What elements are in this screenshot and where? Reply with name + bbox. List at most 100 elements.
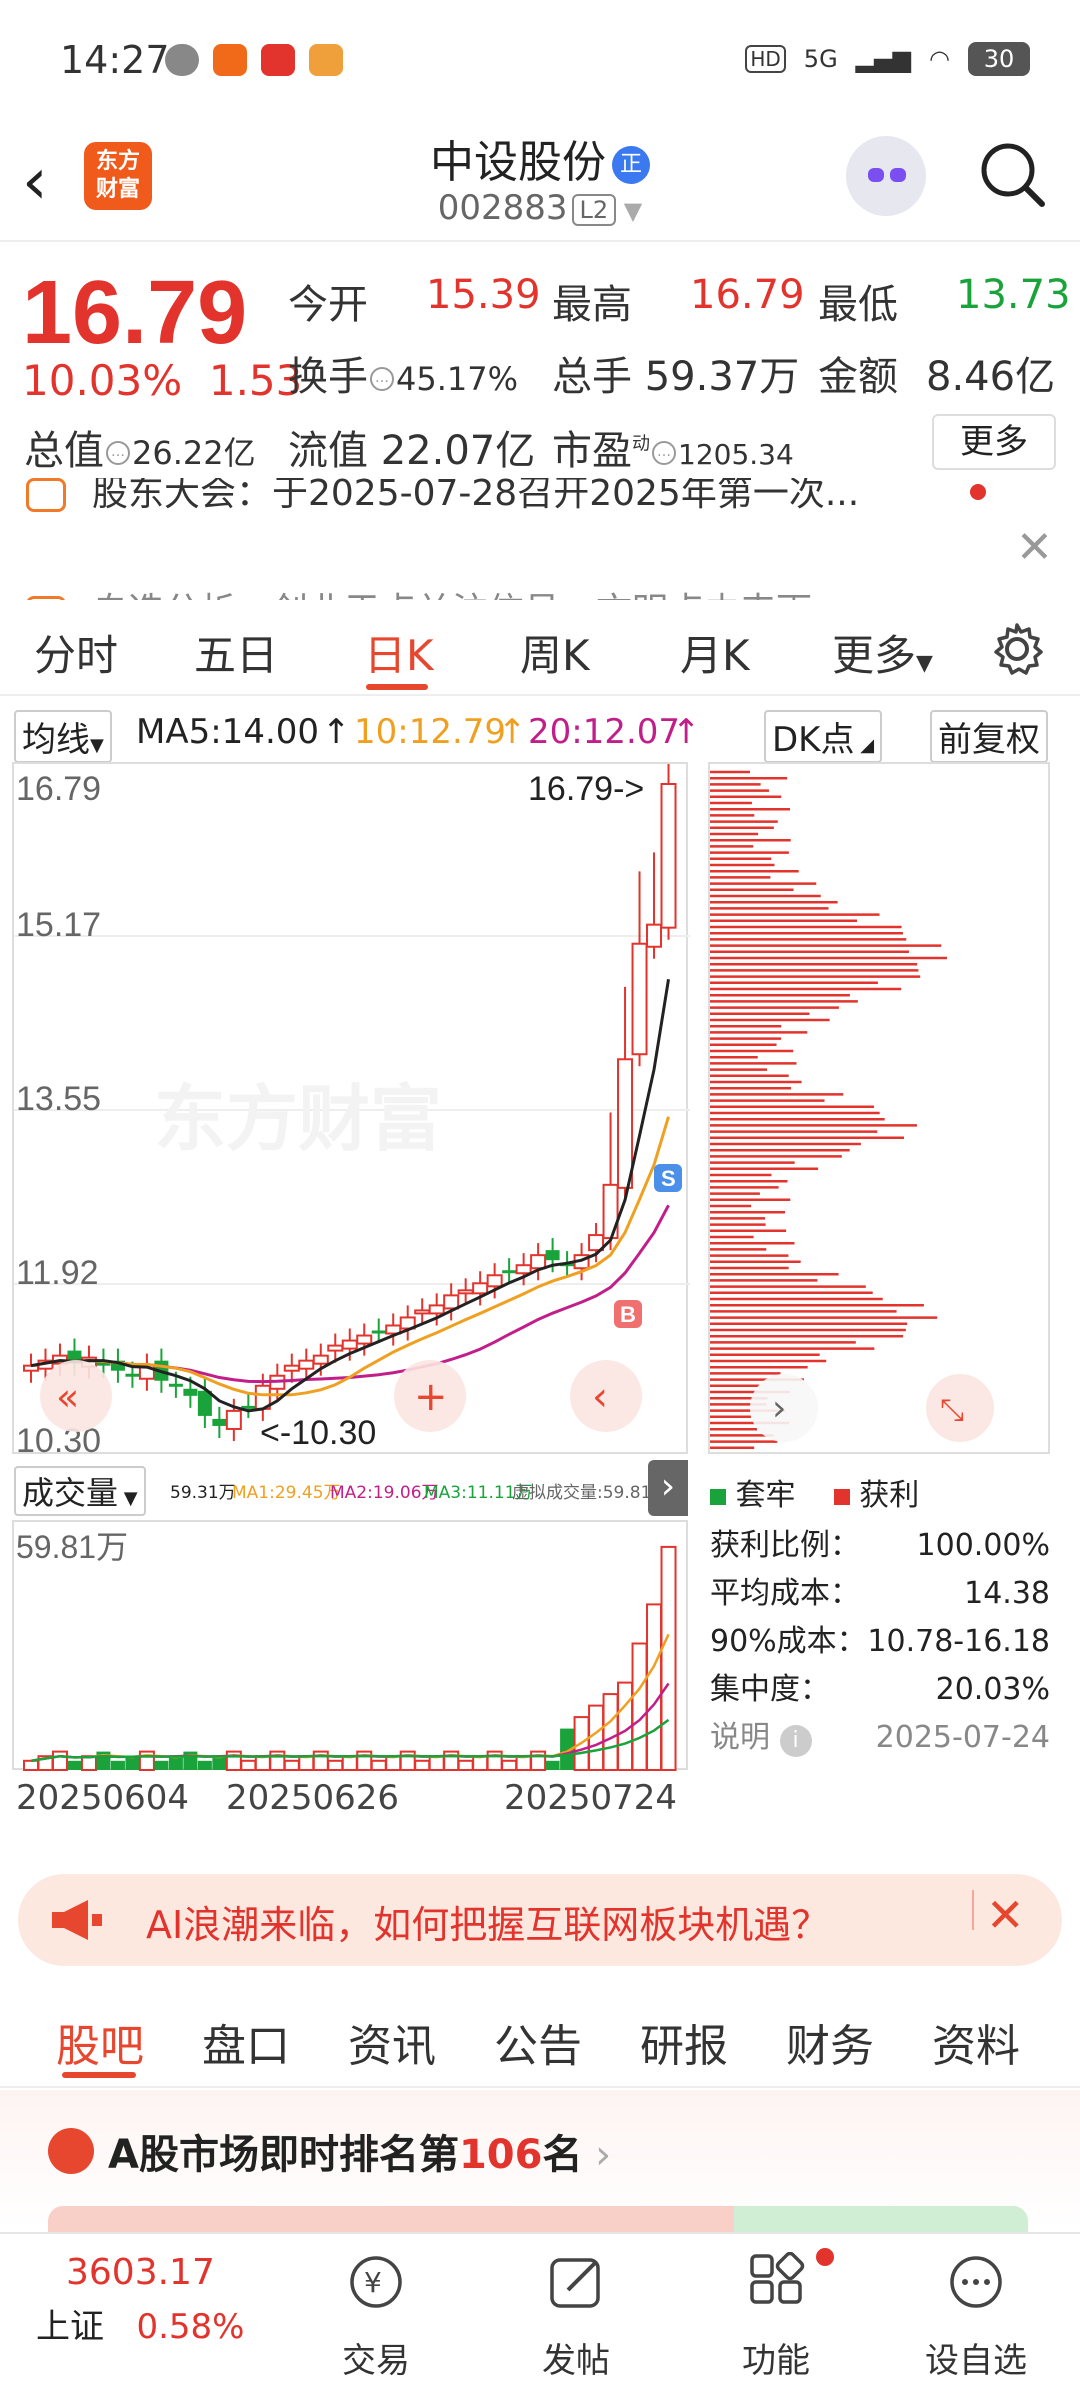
info-icon[interactable]: … [652, 441, 676, 465]
candle [298, 1359, 315, 1370]
stock-code-text: 002883 [437, 188, 568, 228]
profit-swatch [833, 1489, 850, 1505]
dk-point-selector[interactable]: DK点 ◢ [764, 710, 883, 763]
next-button[interactable]: › [750, 1374, 818, 1442]
chip-legend: 套牢 获利 [710, 1470, 919, 1514]
tab-announcements[interactable]: 公告 [494, 2010, 582, 2074]
svg-text:«: « [56, 1375, 79, 1419]
buy-marker[interactable]: B [614, 1300, 642, 1328]
chevron-right-icon: › [582, 2132, 612, 2178]
quote-panel: 16.79 10.03% 1.53 今开 15.39 最高 16.79 最低 1… [0, 244, 1080, 488]
promo-banner[interactable]: AI浪潮来临，如何把握互联网板块机遇？ ✕ [18, 1874, 1062, 1966]
nav-label: 功能 [742, 2341, 810, 2381]
left-scroll-button[interactable]: « [40, 1360, 112, 1432]
hd-icon: HD [745, 45, 786, 73]
badge-dot [816, 2248, 834, 2266]
mktcap-value: 26.22亿 [132, 434, 256, 472]
indicator-selector[interactable]: 均线▼ [14, 710, 112, 763]
high-value: 16.79 [690, 272, 805, 318]
amount-value: 8.46亿 [926, 354, 1056, 400]
notice-item[interactable]: 自选分析：创业于点关注信号，文明点由来雨 [0, 570, 1080, 600]
nav-add-watchlist[interactable]: 设自选 [906, 2244, 1046, 2382]
tab-more[interactable]: 更多▼ [832, 622, 933, 683]
chevron-down-icon: ▼ [616, 197, 643, 225]
robot-eye [890, 168, 906, 182]
candle [356, 1334, 373, 1345]
ma-legend: 均线▼ MA5:14.00 ↑ 10:12.79 ↑ 20:12.07 ↑ [0, 704, 701, 763]
adjust-selector[interactable]: 前复权 [930, 710, 1048, 763]
content-tabs: 股吧 盘口 资讯 公告 研报 财务 资料 [0, 1982, 1080, 2088]
candle [530, 1254, 547, 1270]
volume-label: 总手 [552, 354, 632, 400]
candle [225, 1409, 242, 1430]
kline-svg: 东方财富 16.79 15.17 13.55 11.92 10.30 16.79… [14, 711, 690, 1460]
volume-bar [646, 1603, 663, 1772]
volume-selector[interactable]: 成交量 ▼ [14, 1466, 146, 1516]
expand-icon[interactable]: ⤡ [926, 1374, 994, 1442]
index-ticker[interactable]: 3603.17 上证 0.58% [36, 2252, 276, 2348]
tab-daily-k[interactable]: 日K [364, 622, 434, 683]
tab-forum[interactable]: 股吧 [56, 2010, 144, 2074]
kline-chart[interactable]: 东方财富 16.79 15.17 13.55 11.92 10.30 16.79… [12, 711, 690, 1460]
low-value: 13.73 [956, 272, 1071, 318]
tab-five-day[interactable]: 五日 [194, 622, 278, 683]
prev-button[interactable]: ‹ [570, 1360, 642, 1432]
nav-post[interactable]: 发帖 [506, 2244, 646, 2382]
help-link[interactable]: 说明 i [710, 1714, 812, 1762]
search-icon[interactable] [976, 138, 1048, 210]
gear-icon[interactable] [990, 622, 1044, 676]
nav-features[interactable]: 功能 [706, 2244, 846, 2382]
active-tab-indicator [366, 684, 428, 690]
volume-value: 59.37万 [644, 354, 800, 400]
notice-item[interactable]: 股东大会：于2025-07-28召开2025年第一次... [0, 478, 1080, 528]
open-value: 15.39 [426, 272, 541, 318]
zoom-in-button[interactable]: + [394, 1360, 466, 1432]
tab-news[interactable]: 资讯 [348, 2010, 436, 2074]
info-icon[interactable]: … [106, 441, 130, 465]
ma20-value: 20:12.07 [528, 712, 681, 752]
close-icon[interactable]: ✕ [986, 1888, 1025, 1942]
tab-financials[interactable]: 财务 [786, 2010, 874, 2074]
volume-bar [197, 1760, 212, 1770]
tab-intraday[interactable]: 分时 [34, 622, 118, 683]
close-notice-icon[interactable]: ✕ [1016, 522, 1053, 573]
app-notification-icon [309, 44, 343, 76]
tab-profile[interactable]: 资料 [932, 2010, 1020, 2074]
pe-row: 市盈动… 1205.34 [552, 418, 794, 476]
up-arrow-icon: ↑ [498, 712, 527, 752]
tab-monthly-k[interactable]: 月K [680, 622, 750, 683]
y-label: 16.79 [16, 770, 101, 808]
mktcap-label: 总值 [24, 428, 104, 474]
nav-trade[interactable]: ¥ 交易 [306, 2244, 446, 2382]
app-notification-icon [165, 44, 199, 76]
status-time: 14:27 [60, 38, 170, 82]
sell-marker[interactable]: S [654, 1164, 682, 1192]
dk-label: DK点 [772, 720, 855, 760]
volume-bar [545, 1760, 560, 1770]
stock-name-text: 中设股份 [430, 137, 606, 188]
assistant-robot-icon[interactable] [846, 136, 926, 216]
more-button[interactable]: 更多 [932, 414, 1056, 470]
index-name: 上证 [36, 2307, 104, 2347]
chip-distribution-chart[interactable]: › ⤡ [708, 762, 1050, 1454]
stat-row: 90%成本： 10.78-16.18 [710, 1618, 1050, 1666]
info-icon[interactable]: … [370, 367, 394, 391]
float-value: 22.07亿 [380, 428, 536, 474]
rank-icon [48, 2128, 94, 2174]
market-rank-card[interactable]: A股市场即时排名第106名 › [0, 2090, 1080, 2236]
candle [457, 1289, 474, 1295]
tab-research[interactable]: 研报 [640, 2010, 728, 2074]
watermark: 东方财富 [154, 1077, 442, 1161]
expand-arrow-icon[interactable]: › [648, 1460, 688, 1516]
tab-orderbook[interactable]: 盘口 [202, 2010, 290, 2074]
candle [183, 1388, 198, 1396]
change-percent: 10.03% [22, 356, 183, 405]
pe-label: 市盈 [552, 428, 632, 474]
volume-chart[interactable]: 59.81万 [12, 1520, 688, 1772]
nav-label: 交易 [342, 2341, 410, 2381]
volume-bar [154, 1760, 169, 1770]
index-row: 上证 0.58% [36, 2299, 276, 2348]
edit-icon [550, 2258, 600, 2308]
open-label: 今开 [288, 282, 368, 328]
tab-weekly-k[interactable]: 周K [520, 622, 590, 683]
